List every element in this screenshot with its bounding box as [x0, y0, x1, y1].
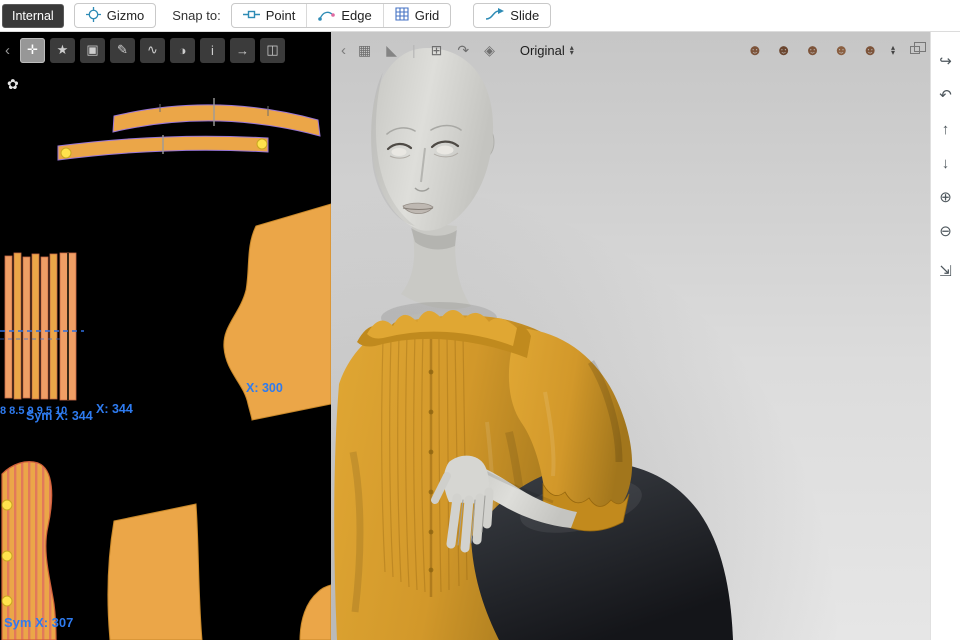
snap-point-button[interactable]: Point: [232, 4, 307, 27]
pattern-piece-corner[interactable]: [299, 584, 331, 640]
pattern-point[interactable]: [1, 595, 13, 607]
cascade-windows-icon[interactable]: [910, 42, 926, 54]
avatar-display-spinner-icon[interactable]: ▴ ▾: [891, 43, 895, 56]
trace-icon: →: [236, 42, 249, 58]
avatar-display-group: ☻ ☻ ☻ ☻ ☻ ▴ ▾: [747, 42, 926, 59]
reset-rotation-icon[interactable]: ↷: [457, 42, 469, 59]
coordinate-label-x300: X: 300: [246, 381, 283, 395]
transform-pattern-tool[interactable]: ✛: [20, 37, 45, 63]
pattern-canvas[interactable]: [0, 32, 331, 640]
annotation-tool[interactable]: i: [200, 37, 225, 63]
edit-pattern-tool[interactable]: ★: [50, 37, 75, 63]
pattern-2d-toolbar: ‹ ✛ ★ ▣ ✎ ∿ ◑ i → ◫: [0, 32, 331, 68]
pattern-point[interactable]: [256, 138, 268, 150]
edit-pattern-icon: ★: [56, 42, 69, 57]
avatar-silhouette-icon[interactable]: ✿: [7, 76, 19, 93]
pan-down-icon[interactable]: ↓: [931, 146, 960, 180]
viewport-3d-toolbar: ‹ ▦ ◣ | ⊞ ↷ ◈ Original ▴ ▾ ☻ ☻ ☻ ☻ ☻ ▴ ▾: [331, 32, 930, 68]
snap-grid-button[interactable]: Grid: [382, 4, 451, 27]
edge-snap-icon: [318, 8, 336, 24]
pose-dropdown[interactable]: Original ▴ ▾: [520, 43, 574, 58]
workspace: ‹ ✛ ★ ▣ ✎ ∿ ◑ i → ◫ ✿ X: 300 8 8.5 9 9.5…: [0, 32, 960, 640]
pattern-2d-panel[interactable]: ‹ ✛ ★ ▣ ✎ ∿ ◑ i → ◫ ✿ X: 300 8 8.5 9 9.5…: [0, 32, 331, 640]
pattern-piece-pleat-strips[interactable]: [4, 252, 77, 401]
gizmo-label: Gizmo: [106, 8, 145, 23]
grid-snap-icon: [395, 7, 409, 24]
rotate-camera-icon[interactable]: ↶: [931, 78, 960, 112]
create-polygon-icon: ✎: [117, 42, 128, 57]
gizmo-icon: [85, 6, 101, 25]
show-motion-icon[interactable]: ☻: [862, 42, 878, 59]
camera-toolbar: ↪ ↶ ↑ ↓ ⊕ ⊖ ⇲: [930, 32, 960, 640]
pattern-piece-front[interactable]: [107, 503, 203, 640]
grid-toggle-icon[interactable]: ▦: [358, 42, 371, 59]
gizmo-group: Gizmo: [73, 3, 157, 28]
dart-tool[interactable]: ◑: [170, 37, 195, 63]
pattern-piece-bodice[interactable]: [1, 461, 57, 640]
create-polygon-tool[interactable]: ✎: [110, 37, 135, 63]
zoom-out-icon[interactable]: ⊖: [931, 214, 960, 248]
panel-collapse-icon[interactable]: ‹: [341, 42, 346, 59]
snap-to-label: Snap to:: [172, 8, 221, 23]
edit-curvature-icon: ∿: [147, 42, 158, 57]
add-view-icon[interactable]: ⊞: [431, 42, 443, 59]
reset-camera-icon[interactable]: ↪: [931, 44, 960, 78]
show-hair-icon[interactable]: ☻: [776, 42, 792, 59]
grid-label: Grid: [414, 8, 440, 23]
panel-collapse-icon[interactable]: ‹: [5, 42, 15, 59]
pattern-point[interactable]: [1, 550, 13, 562]
transform-pattern-icon: ✛: [27, 42, 38, 57]
show-accessories-icon[interactable]: ☻: [833, 42, 849, 59]
slide-button[interactable]: Slide: [474, 4, 550, 27]
show-avatar-icon[interactable]: ☻: [747, 42, 763, 59]
snap-edge-button[interactable]: Edge: [306, 4, 382, 27]
gizmo-button[interactable]: Gizmo: [75, 4, 156, 27]
scene-3d[interactable]: [331, 32, 930, 640]
shade-mode-icon[interactable]: ◣: [386, 42, 397, 59]
x-344-label: X: 344: [96, 402, 133, 416]
seam-icon: ◫: [266, 42, 279, 57]
create-rectangle-tool[interactable]: ▣: [80, 37, 105, 63]
pattern-point[interactable]: [60, 147, 72, 159]
seam-tool[interactable]: ◫: [260, 37, 285, 63]
show-shoes-icon[interactable]: ☻: [805, 42, 821, 59]
point-label: Point: [265, 8, 296, 23]
slide-icon: [485, 7, 505, 24]
point-snap-icon: [242, 8, 260, 24]
pattern-piece-collar[interactable]: [112, 104, 321, 137]
dart-icon: ◑: [178, 42, 187, 58]
toolbar-divider: |: [412, 42, 416, 58]
trace-tool[interactable]: →: [230, 37, 255, 63]
edit-curvature-tool[interactable]: ∿: [140, 37, 165, 63]
slide-group: Slide: [473, 3, 552, 28]
viewport-3d-panel[interactable]: ‹ ▦ ◣ | ⊞ ↷ ◈ Original ▴ ▾ ☻ ☻ ☻ ☻ ☻ ▴ ▾: [331, 32, 930, 640]
pose-dropdown-value: Original: [519, 42, 565, 58]
sym-x-307-label: Sym X: 307: [4, 615, 74, 630]
dropdown-spinner-icon[interactable]: ▴ ▾: [570, 43, 574, 56]
pattern-point[interactable]: [1, 499, 13, 511]
create-rectangle-icon: ▣: [86, 42, 99, 57]
snap-group: Point Edge Grid: [230, 3, 452, 28]
annotation-icon: i: [211, 42, 214, 58]
pan-up-icon[interactable]: ↑: [931, 112, 960, 146]
top-toolbar: Internal Gizmo Snap to: Point Edge Grid …: [0, 0, 960, 32]
fit-view-icon[interactable]: ⇲: [931, 254, 960, 288]
edge-label: Edge: [341, 8, 372, 23]
sym-x-344-label: Sym X: 344: [26, 409, 93, 423]
snap-view-icon[interactable]: ◈: [484, 42, 495, 59]
slide-label: Slide: [510, 8, 540, 23]
zoom-in-icon[interactable]: ⊕: [931, 180, 960, 214]
internal-button[interactable]: Internal: [2, 3, 64, 28]
